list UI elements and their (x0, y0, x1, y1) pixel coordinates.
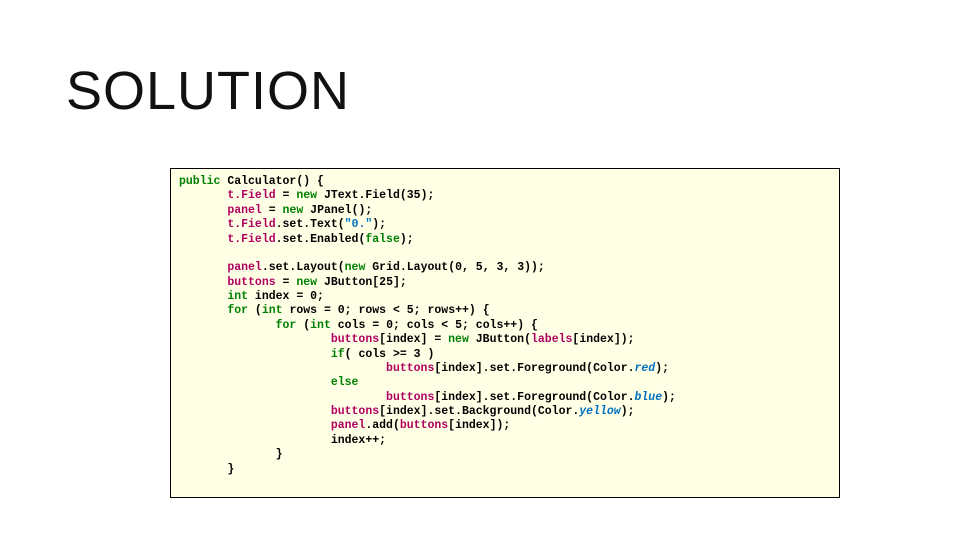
lit-red: red (635, 362, 656, 375)
kw-int: int (227, 290, 248, 303)
code-text: ); (655, 362, 669, 375)
code-text: [index].set.Foreground(Color. (434, 362, 634, 375)
kw-new: new (448, 333, 469, 346)
slide: SOLUTION public Calculator() { t.Field =… (0, 0, 960, 540)
kw-new: new (283, 204, 304, 217)
lit-blue: blue (635, 391, 663, 404)
code-text: [index]); (572, 333, 634, 346)
kw-new: new (345, 261, 366, 274)
code-text: = (276, 189, 297, 202)
kw-int: int (310, 319, 331, 332)
code-text: ( (296, 319, 310, 332)
code-text: .set.Text( (276, 218, 345, 231)
code-text: } (227, 463, 234, 476)
code-text: rows = 0; rows < 5; rows++) { (283, 304, 490, 317)
code-text: [index] = (379, 333, 448, 346)
code-text: = (262, 204, 283, 217)
code-text: ( cols >= 3 ) (345, 348, 435, 361)
code-text: ); (662, 391, 676, 404)
id-labels: labels (531, 333, 572, 346)
code-text: [index]); (448, 419, 510, 432)
code-text: .add( (365, 419, 400, 432)
code-box: public Calculator() { t.Field = new JTex… (170, 168, 840, 498)
id-buttons: buttons (400, 419, 448, 432)
code-text: JButton[25]; (317, 276, 407, 289)
kw-for: for (276, 319, 297, 332)
kw-false: false (365, 233, 400, 246)
code-text: index = 0; (248, 290, 324, 303)
code-text: JButton( (469, 333, 531, 346)
code-text: JPanel(); (303, 204, 372, 217)
id-tfield: t.Field (227, 233, 275, 246)
kw-public: public (179, 175, 220, 188)
lit-yellow: yellow (579, 405, 620, 418)
id-buttons: buttons (331, 405, 379, 418)
slide-title: SOLUTION (66, 60, 350, 122)
id-tfield: t.Field (227, 218, 275, 231)
kw-for: for (227, 304, 248, 317)
code-text: } (276, 448, 283, 461)
code-text: ); (621, 405, 635, 418)
code-listing: public Calculator() { t.Field = new JTex… (179, 175, 831, 477)
code-text: index++; (331, 434, 386, 447)
id-buttons: buttons (386, 362, 434, 375)
kw-int: int (262, 304, 283, 317)
kw-else: else (331, 376, 359, 389)
code-text: = (276, 276, 297, 289)
kw-new: new (296, 189, 317, 202)
code-text: ); (372, 218, 386, 231)
kw-new: new (296, 276, 317, 289)
id-panel: panel (227, 261, 262, 274)
code-text: Grid.Layout(0, 5, 3, 3)); (365, 261, 544, 274)
id-panel: panel (331, 419, 366, 432)
code-text: [index].set.Background(Color. (379, 405, 579, 418)
id-buttons: buttons (331, 333, 379, 346)
code-text: .set.Layout( (262, 261, 345, 274)
code-text: ); (400, 233, 414, 246)
code-text: Calculator() { (220, 175, 324, 188)
code-text: JText.Field(35); (317, 189, 434, 202)
code-text: cols = 0; cols < 5; cols++) { (331, 319, 538, 332)
id-buttons: buttons (227, 276, 275, 289)
code-text: [index].set.Foreground(Color. (434, 391, 634, 404)
kw-if: if (331, 348, 345, 361)
code-text: ( (248, 304, 262, 317)
str-literal: "0." (345, 218, 373, 231)
code-text: .set.Enabled( (276, 233, 366, 246)
id-panel: panel (227, 204, 262, 217)
id-buttons: buttons (386, 391, 434, 404)
id-tfield: t.Field (227, 189, 275, 202)
